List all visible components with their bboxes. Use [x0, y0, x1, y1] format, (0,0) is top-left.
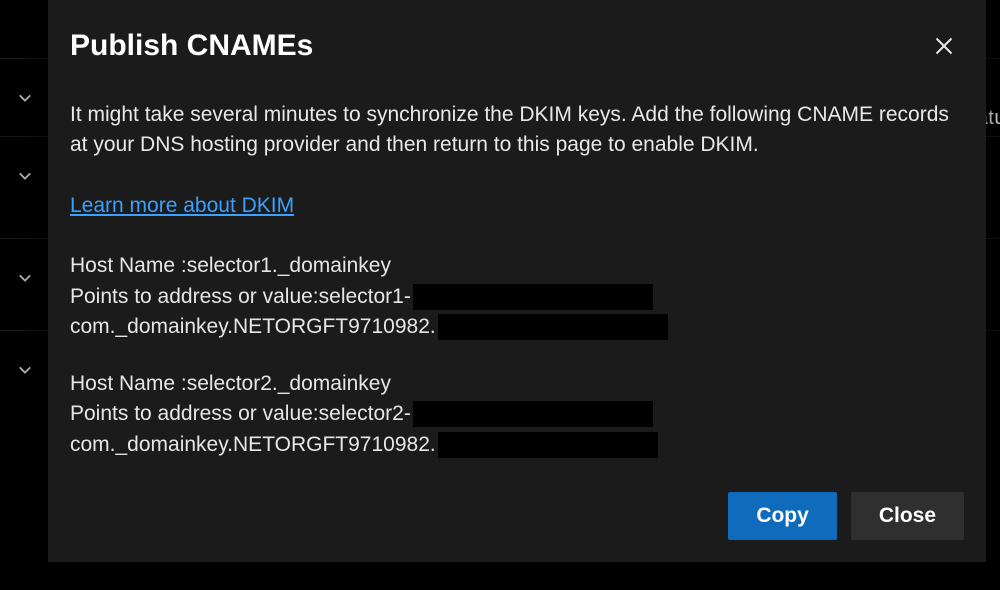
redacted-block: [438, 432, 658, 458]
chevron-down-icon: [18, 169, 32, 183]
cname1-points-value-part1: selector1-: [319, 282, 411, 312]
dialog-title: Publish CNAMEs: [70, 28, 313, 64]
cname-record-2: Host Name : selector2._domainkey Points …: [70, 369, 964, 460]
redacted-block: [413, 284, 653, 310]
cname1-points-label: Points to address or value:: [70, 282, 319, 312]
cname1-host-value: selector1._domainkey: [187, 251, 391, 281]
cname2-host-label: Host Name :: [70, 369, 187, 399]
publish-cnames-dialog: Publish CNAMEs It might take several min…: [48, 0, 986, 562]
chevron-down-icon: [18, 91, 32, 105]
close-icon-button[interactable]: [928, 30, 960, 62]
cname2-points-value-part2: com._domainkey.NETORGFT9710982.: [70, 430, 436, 460]
cname2-host-value: selector2._domainkey: [187, 369, 391, 399]
cname2-points-value-part1: selector2-: [319, 399, 411, 429]
cname1-points-value-part2: com._domainkey.NETORGFT9710982.: [70, 312, 436, 342]
chevron-down-icon: [18, 363, 32, 377]
learn-more-link[interactable]: Learn more about DKIM: [70, 194, 294, 217]
dialog-description: It might take several minutes to synchro…: [70, 100, 964, 161]
copy-button[interactable]: Copy: [728, 492, 837, 540]
cname-record-1: Host Name : selector1._domainkey Points …: [70, 251, 964, 342]
cname1-host-label: Host Name :: [70, 251, 187, 281]
redacted-block: [413, 401, 653, 427]
cname2-points-label: Points to address or value:: [70, 399, 319, 429]
close-icon: [934, 36, 954, 56]
redacted-block: [438, 314, 668, 340]
chevron-down-icon: [18, 271, 32, 285]
close-button[interactable]: Close: [851, 492, 964, 540]
